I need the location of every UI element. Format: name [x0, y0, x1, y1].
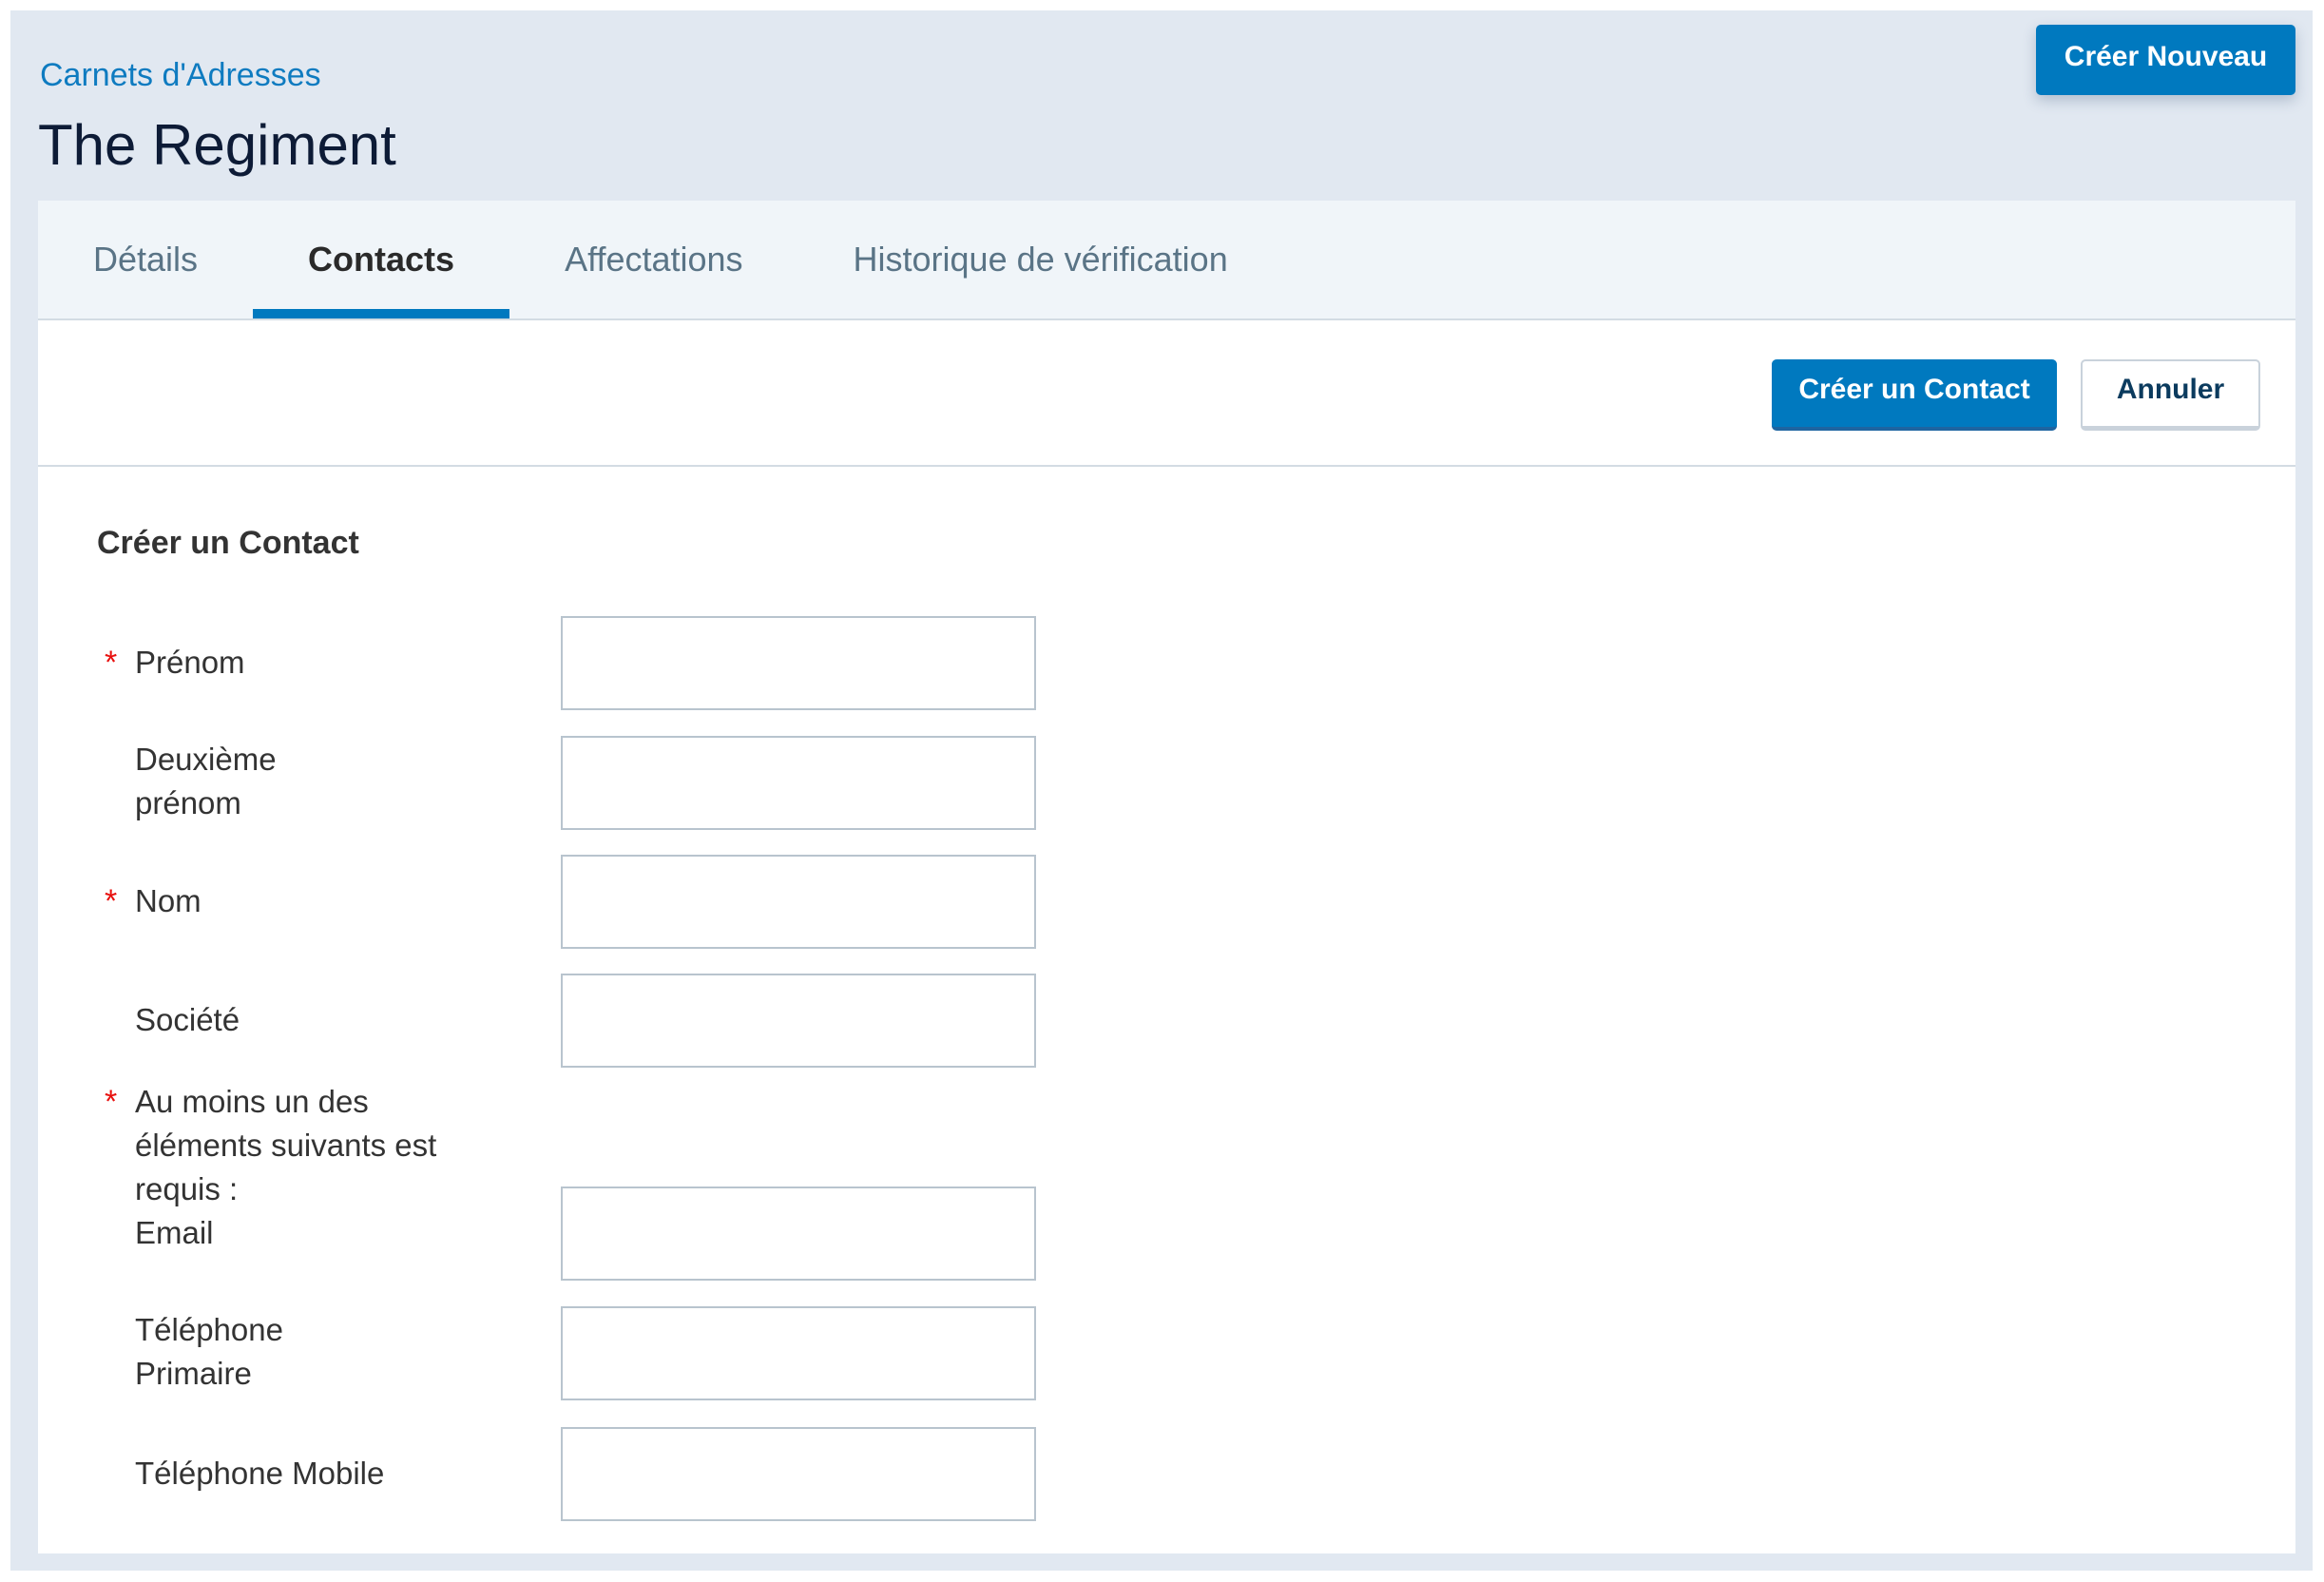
tab-bar: Détails Contacts Affectations Historique… — [38, 201, 2295, 320]
mobile-phone-label: Téléphone Mobile — [135, 1456, 385, 1491]
tab-contacts[interactable]: Contacts — [253, 201, 510, 318]
tab-assignments[interactable]: Affectations — [509, 201, 797, 318]
primary-phone-input[interactable] — [561, 1306, 1036, 1400]
middle-name-input[interactable] — [561, 736, 1036, 830]
first-name-input[interactable] — [561, 616, 1036, 710]
email-label: Email — [135, 1215, 214, 1250]
cancel-button[interactable]: Annuler — [2081, 359, 2260, 431]
action-bar: Créer un Contact Annuler — [38, 320, 2295, 467]
first-name-label: Prénom — [135, 645, 245, 680]
last-name-label: Nom — [135, 883, 202, 918]
content-card: Détails Contacts Affectations Historique… — [38, 201, 2295, 1553]
tab-details[interactable]: Détails — [38, 201, 253, 318]
create-contact-button[interactable]: Créer un Contact — [1772, 359, 2057, 431]
page-title: The Regiment — [38, 113, 396, 177]
company-input[interactable] — [561, 974, 1036, 1068]
required-asterisk: * — [105, 1084, 118, 1120]
form-title: Créer un Contact — [97, 525, 359, 561]
last-name-input[interactable] — [561, 855, 1036, 949]
required-asterisk: * — [105, 883, 118, 919]
page-container: Carnets d'Adresses The Regiment Créer No… — [10, 10, 2313, 1571]
mobile-phone-input[interactable] — [561, 1427, 1036, 1521]
required-asterisk: * — [105, 645, 118, 681]
middle-name-label: Deuxième prénom — [135, 742, 277, 820]
create-new-button[interactable]: Créer Nouveau — [2036, 25, 2295, 95]
tab-audit-history[interactable]: Historique de vérification — [798, 201, 1283, 318]
primary-phone-label: Téléphone Primaire — [135, 1312, 283, 1391]
breadcrumb-address-books[interactable]: Carnets d'Adresses — [40, 56, 321, 94]
email-input[interactable] — [561, 1186, 1036, 1281]
company-label: Société — [135, 1002, 240, 1037]
at-least-one-required-note: Au moins un des éléments suivants est re… — [135, 1084, 437, 1206]
